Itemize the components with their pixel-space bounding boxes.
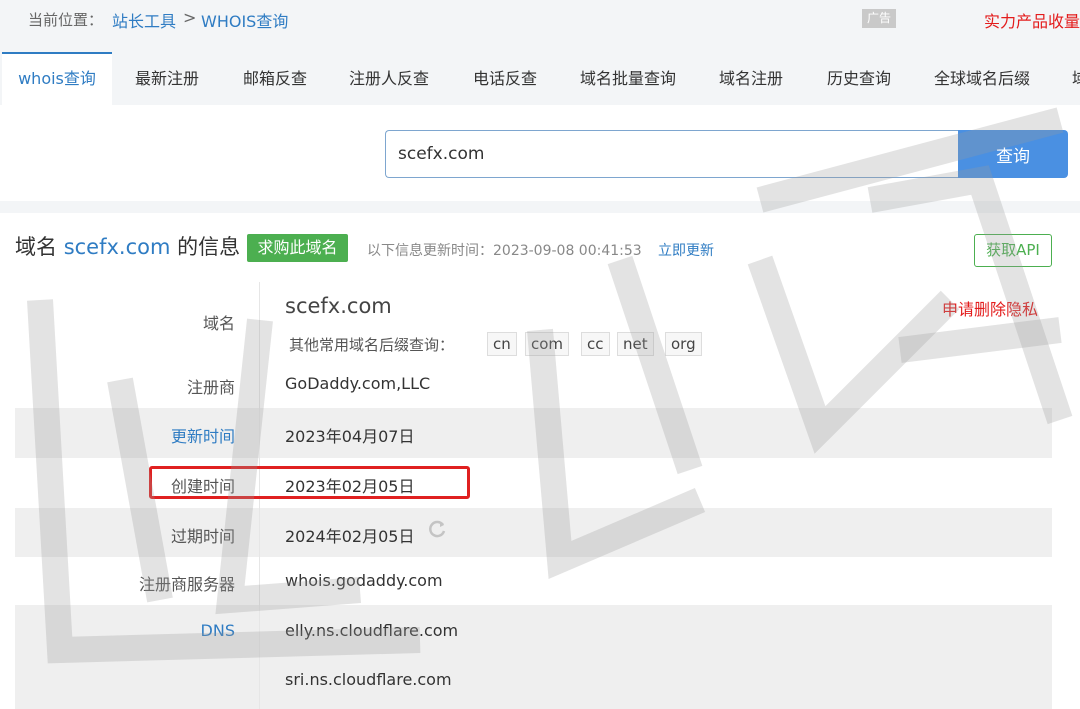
tab-registrant-reverse[interactable]: 注册人反查 — [349, 52, 429, 105]
tab-email-reverse[interactable]: 邮箱反查 — [243, 52, 307, 105]
refresh-icon[interactable] — [427, 519, 447, 539]
update-now-link[interactable]: 立即更新 — [658, 240, 714, 260]
search-button[interactable]: 查询 — [958, 130, 1068, 178]
tab-global-suffix[interactable]: 全球域名后缀 — [934, 52, 1030, 105]
breadcrumb: 当前位置： 站长工具 > WHOIS查询 广告 实力产品收量 — [0, 0, 1080, 40]
ad-badge: 广告 — [862, 9, 896, 28]
tab-bar: whois查询 最新注册 邮箱反查 注册人反查 电话反查 域名批量查询 域名注册… — [0, 52, 1080, 105]
row-label: 域名 — [202, 314, 235, 333]
table-row-registrar: 注册商 GoDaddy.com,LLC — [15, 362, 1052, 408]
row-label: 过期时间 — [170, 527, 235, 546]
row-label: DNS — [200, 621, 235, 640]
suffix-label: 其他常用域名后缀查询： — [289, 336, 455, 354]
tab-domain-register[interactable]: 域名注册 — [719, 52, 783, 105]
table-row-domain: 域名 scefx.com 申请删除隐私 其他常用域名后缀查询： cn com c… — [15, 282, 1052, 362]
search-panel: 查询 — [0, 105, 1080, 201]
heading-prefix: 域名 — [15, 235, 57, 259]
row-label: 更新时间 — [170, 427, 235, 446]
created-time-highlight — [149, 466, 470, 499]
tab-more[interactable]: 域 — [1072, 52, 1080, 105]
get-api-button[interactable]: 获取API — [974, 234, 1052, 267]
info-heading: 域名 scefx.com 的信息 — [15, 231, 240, 261]
suffix-tag-net[interactable]: net — [617, 332, 654, 356]
delete-privacy-link[interactable]: 申请删除隐私 — [942, 296, 1038, 320]
breadcrumb-link-tools[interactable]: 站长工具 — [112, 8, 176, 32]
breadcrumb-prefix: 当前位置： — [28, 11, 104, 29]
heading-suffix: 的信息 — [177, 235, 241, 259]
table-row-updated: 更新时间 2023年04月07日 — [15, 408, 1052, 458]
heading-domain: scefx.com — [63, 235, 171, 259]
dns-value: elly.ns.cloudflare.com — [285, 621, 459, 640]
whois-info-panel: 域名 scefx.com 的信息 求购此域名 以下信息更新时间：2023-09-… — [0, 213, 1080, 709]
buy-domain-button[interactable]: 求购此域名 — [247, 234, 348, 262]
breadcrumb-separator: > — [183, 8, 197, 27]
table-row-expires: 过期时间 2024年02月05日 — [15, 508, 1052, 557]
breadcrumb-link-whois[interactable]: WHOIS查询 — [201, 8, 288, 32]
table-row-registrar-server: 注册商服务器 whois.godaddy.com — [15, 557, 1052, 605]
tab-whois[interactable]: whois查询 — [2, 52, 112, 105]
suffix-tag-org[interactable]: org — [665, 332, 702, 356]
update-time-text: 以下信息更新时间：2023-09-08 00:41:53 — [367, 243, 642, 259]
dns-value: sri.ns.cloudflare.com — [285, 670, 452, 689]
row-label: 注册商服务器 — [138, 575, 235, 594]
tab-latest-registered[interactable]: 最新注册 — [135, 52, 199, 105]
updated-value: 2023年04月07日 — [285, 427, 415, 446]
suffix-tag-cc[interactable]: cc — [581, 332, 610, 356]
expires-value: 2024年02月05日 — [285, 527, 415, 546]
tab-batch-query[interactable]: 域名批量查询 — [580, 52, 676, 105]
tab-history[interactable]: 历史查询 — [827, 52, 891, 105]
suffix-tag-com[interactable]: com — [525, 332, 570, 356]
tab-phone-reverse[interactable]: 电话反查 — [473, 52, 537, 105]
table-row-dns: DNS elly.ns.cloudflare.com sri.ns.cloudf… — [15, 605, 1052, 709]
domain-value: scefx.com — [285, 294, 392, 318]
suffix-tag-cn[interactable]: cn — [487, 332, 517, 356]
registrar-value: GoDaddy.com,LLC — [285, 374, 431, 393]
promo-link[interactable]: 实力产品收量 — [984, 8, 1080, 32]
row-label: 注册商 — [186, 378, 235, 397]
registrar-server-value[interactable]: whois.godaddy.com — [285, 571, 443, 590]
search-input[interactable] — [385, 130, 960, 178]
